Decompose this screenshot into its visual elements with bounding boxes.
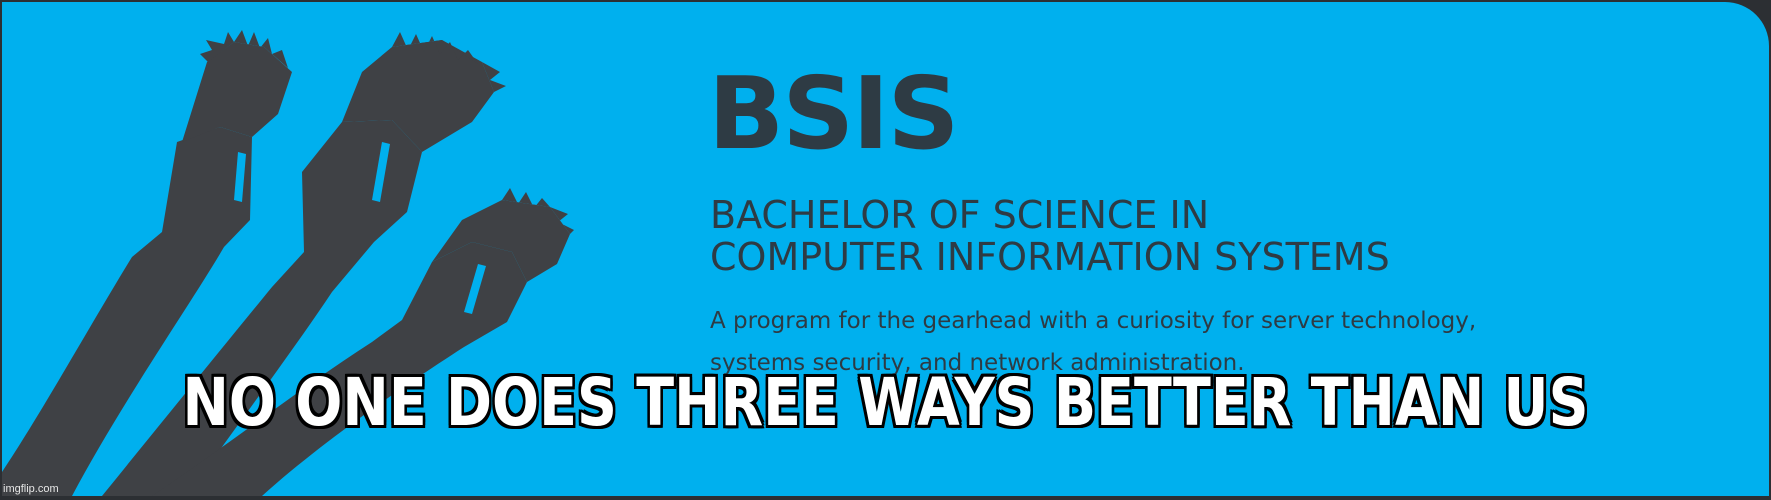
subtitle-line: COMPUTER INFORMATION SYSTEMS: [710, 235, 1390, 279]
meme-caption: NO ONE DOES THREE WAYS BETTER THAN US: [182, 364, 1589, 441]
subtitle-line: BACHELOR OF SCIENCE IN: [710, 193, 1210, 237]
program-title: BSIS: [708, 55, 959, 172]
program-full-name: BACHELOR OF SCIENCE IN COMPUTER INFORMAT…: [710, 194, 1390, 278]
meme-image: BSIS BACHELOR OF SCIENCE IN COMPUTER INF…: [0, 0, 1771, 500]
description-line: A program for the gearhead with a curios…: [710, 308, 1477, 334]
imgflip-watermark: imgflip.com: [3, 483, 59, 495]
